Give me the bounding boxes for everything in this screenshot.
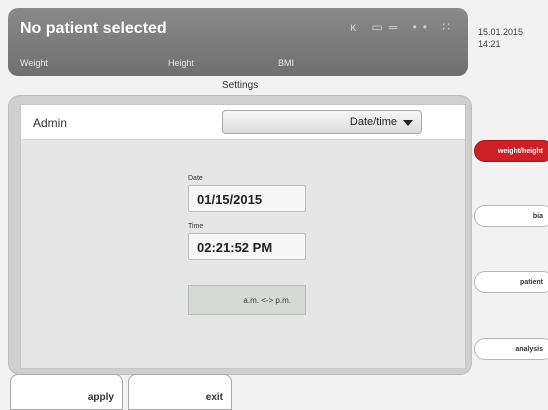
ampm-toggle-button[interactable]: a.m. <-> p.m.: [188, 285, 306, 315]
panel-header: Admin Date/time: [21, 105, 465, 140]
page-title: Settings: [222, 80, 259, 91]
tab-patient[interactable]: patient: [474, 271, 548, 293]
tab-bia[interactable]: bia: [474, 205, 548, 227]
clock: 15.01.2015 14:21: [478, 26, 523, 50]
settings-category-dropdown[interactable]: Date/time: [222, 110, 422, 134]
time-field[interactable]: 02:21:52 PM: [188, 233, 306, 260]
tab-weight-height[interactable]: weight/height: [474, 140, 548, 162]
status-icons: ĸ ▭═ •• ∷: [350, 20, 456, 34]
date-label: Date: [188, 175, 203, 182]
settings-panel: Admin Date/time Date 01/15/2015 Time 02:…: [8, 95, 472, 375]
bmi-label: BMI: [278, 58, 295, 68]
exit-button[interactable]: exit: [128, 374, 232, 410]
height-label: Height: [168, 58, 195, 68]
clock-date: 15.01.2015: [478, 27, 524, 37]
date-field[interactable]: 01/15/2015: [188, 185, 306, 212]
apply-button[interactable]: apply: [10, 374, 123, 410]
time-label: Time: [188, 223, 204, 230]
tab-analysis[interactable]: analysis: [474, 338, 548, 360]
settings-content: Admin Date/time Date 01/15/2015 Time 02:…: [20, 104, 466, 369]
clock-time: 14:21: [478, 39, 501, 49]
weight-label: Weight: [20, 58, 48, 68]
chevron-down-icon: [403, 120, 413, 126]
patient-header: No patient selected ĸ ▭═ •• ∷ Weight Hei…: [8, 8, 468, 76]
section-label: Admin: [33, 116, 68, 130]
patient-title: No patient selected: [20, 20, 167, 37]
dropdown-value: Date/time: [349, 116, 397, 128]
